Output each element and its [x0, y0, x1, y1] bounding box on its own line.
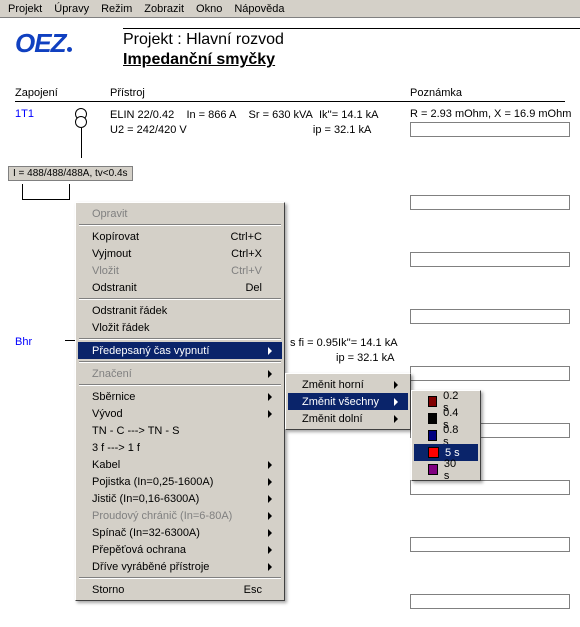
device1-id: 1T1: [15, 108, 34, 120]
ctx-zmenit-vsechny[interactable]: Změnit všechny: [288, 393, 408, 410]
remark-input[interactable]: [410, 309, 570, 324]
ctx-sbernice[interactable]: Sběrnice: [78, 388, 282, 405]
ctx-time-0-8s[interactable]: 0.8 s: [414, 427, 478, 444]
ctx-vyjmout[interactable]: VyjmoutCtrl+X: [78, 245, 282, 262]
column-headers: Zapojení Přístroj Poznámka: [0, 87, 580, 99]
context-submenu-change: Změnit horní Změnit všechny Změnit dolní: [285, 373, 411, 430]
ctx-3f-1f[interactable]: 3 f ---> 1 f: [78, 439, 282, 456]
context-submenu-time: 0.2 s 0.4 s 0.8 s 5 s 30 s: [411, 390, 481, 481]
menu-upravy[interactable]: Úpravy: [48, 2, 95, 16]
remark-input[interactable]: [410, 122, 570, 137]
menu-rezim[interactable]: Režim: [95, 2, 138, 16]
ctx-kabel[interactable]: Kabel: [78, 456, 282, 473]
ctx-vlozit-radek[interactable]: Vložit řádek: [78, 319, 282, 336]
ctx-kopirovat[interactable]: KopírovatCtrl+C: [78, 228, 282, 245]
bracket-icon: [22, 184, 70, 200]
logo-dot-icon: [67, 47, 72, 52]
menu-zobrazit[interactable]: Zobrazit: [138, 2, 190, 16]
ctx-vlozit[interactable]: VložitCtrl+V: [78, 262, 282, 279]
remark-input[interactable]: [410, 195, 570, 210]
ctx-storno[interactable]: StornoEsc: [78, 581, 282, 598]
ctx-opravit[interactable]: Opravit: [78, 205, 282, 222]
ctx-jistic[interactable]: Jistič (In=0,16-6300A): [78, 490, 282, 507]
current-label: I = 488/488/488A, tv<0.4s: [8, 166, 133, 181]
ctx-vyvod[interactable]: Vývod: [78, 405, 282, 422]
swatch-icon: [428, 464, 438, 475]
logo: OEZ: [15, 28, 115, 59]
swatch-icon: [428, 447, 439, 458]
ctx-zmenit-dolni[interactable]: Změnit dolní: [288, 410, 408, 427]
ctx-drive-vyrabene[interactable]: Dříve vyráběné přístroje: [78, 558, 282, 575]
ctx-prepetova[interactable]: Přepěťová ochrana: [78, 541, 282, 558]
remark-input[interactable]: [410, 366, 570, 381]
ctx-time-30s[interactable]: 30 s: [414, 461, 478, 478]
remark-input[interactable]: [410, 480, 570, 495]
device2-specs: s fi = 0.95Ik''= 14.1 kA ip = 32.1 kA: [290, 336, 398, 366]
ctx-tnc-tns[interactable]: TN - C ---> TN - S: [78, 422, 282, 439]
transformer-icon: [75, 108, 87, 158]
menubar: Projekt Úpravy Režim Zobrazit Okno Nápov…: [0, 0, 580, 18]
logo-text: OEZ: [15, 28, 65, 58]
menu-projekt[interactable]: Projekt: [2, 2, 48, 16]
ctx-pojistka[interactable]: Pojistka (In=0,25-1600A): [78, 473, 282, 490]
ctx-predepsany-cas[interactable]: Předepsaný čas vypnutí: [78, 342, 282, 359]
col-zapojeni: Zapojení: [15, 87, 110, 99]
device1-remark: R = 2.93 mOhm, X = 16.9 mOhm: [410, 108, 571, 120]
project-title: Projekt : Hlavní rozvod: [123, 31, 580, 49]
remark-input[interactable]: [410, 594, 570, 609]
menu-napoveda[interactable]: Nápověda: [228, 2, 290, 16]
swatch-icon: [428, 413, 437, 424]
ctx-znaceni[interactable]: Značení: [78, 365, 282, 382]
swatch-icon: [428, 430, 437, 441]
ctx-zmenit-horni[interactable]: Změnit horní: [288, 376, 408, 393]
device1-specs: ELIN 22/0.42 In = 866 A Sr = 630 kVA Ik'…: [110, 108, 410, 140]
device2-id: Bhr: [15, 336, 32, 348]
col-poznamka: Poznámka: [410, 87, 462, 99]
menu-okno[interactable]: Okno: [190, 2, 228, 16]
ctx-proudovy-chranic[interactable]: Proudový chránič (In=6-80A): [78, 507, 282, 524]
ctx-odstranit[interactable]: OdstranitDel: [78, 279, 282, 296]
swatch-icon: [428, 396, 437, 407]
remark-input[interactable]: [410, 537, 570, 552]
context-menu: Opravit KopírovatCtrl+C VyjmoutCtrl+X Vl…: [75, 202, 285, 601]
col-pristroj: Přístroj: [110, 87, 410, 99]
page-title: Impedanční smyčky: [123, 51, 580, 69]
remark-input[interactable]: [410, 252, 570, 267]
ctx-spinac[interactable]: Spínač (In=32-6300A): [78, 524, 282, 541]
ctx-odstranit-radek[interactable]: Odstranit řádek: [78, 302, 282, 319]
